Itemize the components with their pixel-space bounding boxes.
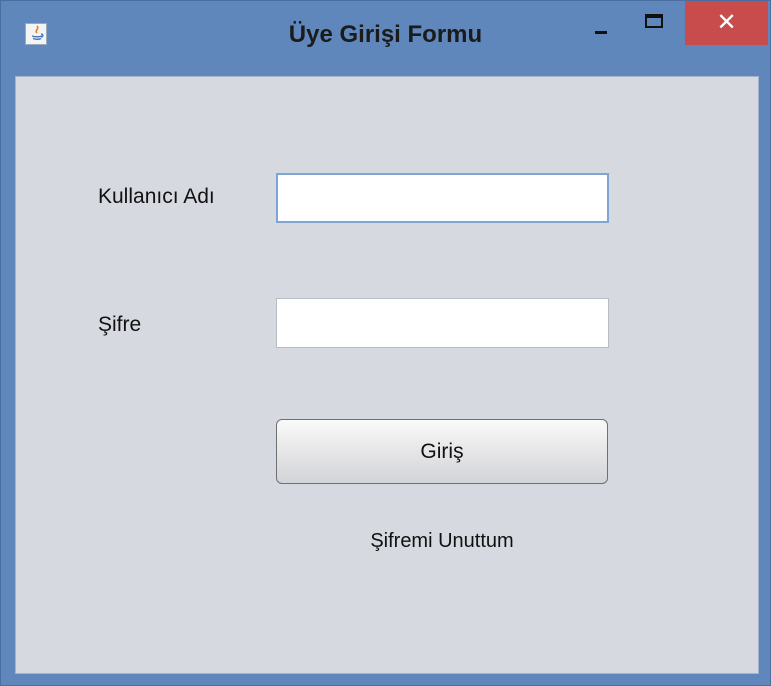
minimize-button[interactable]	[575, 1, 625, 45]
maximize-button[interactable]	[631, 1, 679, 45]
java-app-icon[interactable]	[25, 23, 47, 45]
minimize-icon	[595, 31, 607, 34]
username-field[interactable]	[276, 173, 609, 223]
forgot-password-link[interactable]: Şifremi Unuttum	[276, 530, 608, 553]
title-bar[interactable]: Üye Girişi Formu ✕	[1, 1, 770, 76]
password-label: Şifre	[98, 313, 142, 336]
close-icon: ✕	[716, 9, 737, 36]
close-button[interactable]: ✕	[685, 1, 768, 45]
maximize-icon	[645, 14, 663, 28]
login-button[interactable]: Giriş	[276, 419, 608, 484]
password-field[interactable]	[276, 298, 609, 348]
login-window: Üye Girişi Formu ✕ Kullanıcı Adı Şifre G…	[0, 0, 771, 686]
form-panel: Kullanıcı Adı Şifre Giriş Şifremi Unuttu…	[15, 76, 759, 674]
username-label: Kullanıcı Adı	[98, 185, 215, 208]
